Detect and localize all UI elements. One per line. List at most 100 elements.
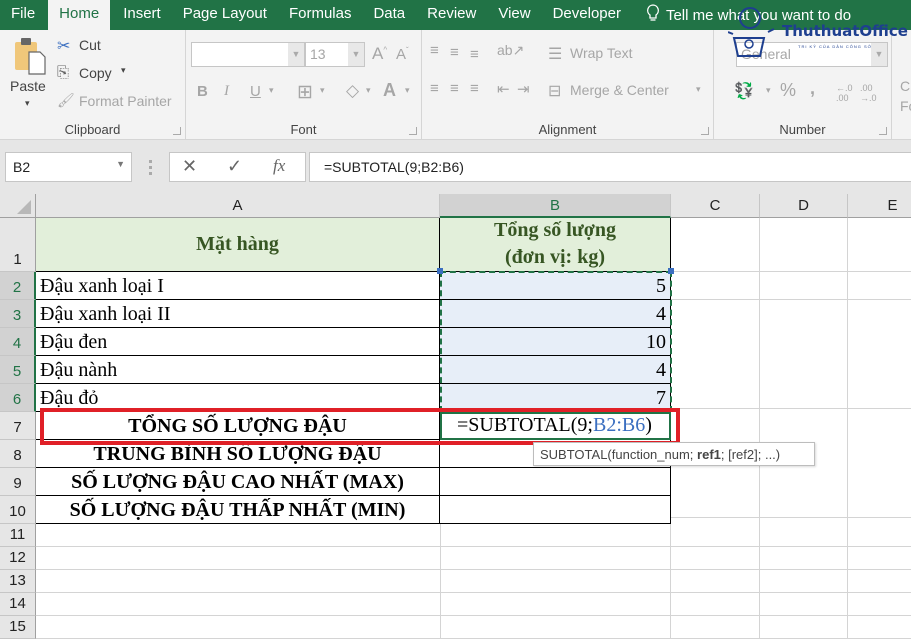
cell-a2[interactable]: Đậu xanh loại I <box>36 272 440 300</box>
cell-b3[interactable]: 4 <box>440 300 671 328</box>
format-painter-button[interactable]: 🖌 Format Painter <box>57 92 182 112</box>
chevron-down-icon[interactable]: ▼ <box>871 43 887 66</box>
merge-dropdown-icon[interactable]: ▾ <box>696 84 701 95</box>
tab-file[interactable]: File <box>0 0 46 30</box>
align-middle-icon[interactable]: ≡ <box>450 44 459 61</box>
row-header-3[interactable]: 3 <box>0 300 36 328</box>
cell-a3[interactable]: Đậu xanh loại II <box>36 300 440 328</box>
wrap-text-button[interactable]: ☰ Wrap Text <box>548 44 678 66</box>
cell-a6[interactable]: Đậu đỏ <box>36 384 440 412</box>
underline-icon[interactable]: U <box>250 83 261 100</box>
cell-a7[interactable]: TỔNG SỐ LƯỢNG ĐẬU <box>36 412 440 440</box>
tab-home[interactable]: Home <box>48 0 111 30</box>
format-as-table-partial[interactable]: Fo <box>900 98 911 114</box>
font-color-dropdown-icon[interactable]: ▾ <box>405 85 410 96</box>
cut-button[interactable]: ✂ Cut <box>57 36 167 56</box>
tab-view[interactable]: View <box>487 0 541 30</box>
row-header-13[interactable]: 13 <box>0 570 36 593</box>
align-center-icon[interactable]: ≡ <box>450 80 459 97</box>
row-header-7[interactable]: 7 <box>0 412 36 440</box>
formula-input[interactable]: =SUBTOTAL(9;B2:B6) <box>309 152 911 182</box>
copy-dropdown-icon[interactable]: ▾ <box>121 65 126 76</box>
row-header-4[interactable]: 4 <box>0 328 36 356</box>
cancel-icon[interactable]: ✕ <box>182 156 197 177</box>
align-left-icon[interactable]: ≡ <box>430 80 439 97</box>
comma-style-icon[interactable]: , <box>810 78 815 99</box>
italic-icon[interactable]: I <box>224 83 229 100</box>
currency-dropdown-icon[interactable]: ▾ <box>766 85 771 96</box>
chevron-down-icon[interactable]: ▼ <box>288 43 304 66</box>
chevron-down-icon[interactable]: ▼ <box>348 43 364 66</box>
borders-icon[interactable]: ⊞ <box>297 81 313 104</box>
cell-a4[interactable]: Đậu đen <box>36 328 440 356</box>
cell-a5[interactable]: Đậu nành <box>36 356 440 384</box>
copy-button[interactable]: ⎘ Copy ▾ <box>57 64 167 84</box>
cell-a1[interactable]: Mặt hàng <box>36 218 440 272</box>
row-header-2[interactable]: 2 <box>0 272 36 300</box>
tab-review[interactable]: Review <box>416 0 487 30</box>
row-header-9[interactable]: 9 <box>0 468 36 496</box>
tab-formulas[interactable]: Formulas <box>278 0 363 30</box>
font-size-combo[interactable]: 13 ▼ <box>305 42 365 67</box>
paste-button[interactable]: Paste ▾ <box>8 36 50 116</box>
row-header-12[interactable]: 12 <box>0 547 36 570</box>
chevron-down-icon[interactable]: ▼ <box>116 159 125 169</box>
borders-dropdown-icon[interactable]: ▾ <box>320 85 325 96</box>
font-launcher-icon[interactable] <box>409 127 417 135</box>
number-format-combo[interactable]: General ▼ <box>736 42 888 67</box>
row-header-10[interactable]: 10 <box>0 496 36 524</box>
align-bottom-icon[interactable]: ≡ <box>470 46 479 63</box>
cell-b1[interactable]: Tổng số lượng (đơn vị: kg) <box>440 218 671 272</box>
cell-a8[interactable]: TRUNG BÌNH SỐ LƯỢNG ĐẬU <box>36 440 440 468</box>
orientation-icon[interactable]: ab↗ <box>497 42 524 59</box>
formula-bar-grip[interactable] <box>149 160 152 175</box>
bold-icon[interactable]: B <box>197 83 208 100</box>
paste-dropdown-icon[interactable]: ▾ <box>25 98 30 109</box>
tell-me-search[interactable]: Tell me what you want to do <box>646 4 851 26</box>
alignment-launcher-icon[interactable] <box>701 127 709 135</box>
column-header-b[interactable]: B <box>440 194 671 218</box>
range-handle-top-left[interactable] <box>437 268 443 274</box>
row-header-14[interactable]: 14 <box>0 593 36 616</box>
column-header-c[interactable]: C <box>671 194 760 218</box>
fill-color-icon[interactable]: ◇ <box>346 81 359 101</box>
row-header-15[interactable]: 15 <box>0 616 36 639</box>
tab-page-layout[interactable]: Page Layout <box>172 0 278 30</box>
cell-a9[interactable]: SỐ LƯỢNG ĐẬU CAO NHẤT (MAX) <box>36 468 440 496</box>
conditional-formatting-partial[interactable]: C <box>900 78 910 94</box>
row-header-1[interactable]: 1 <box>0 218 36 272</box>
function-tooltip[interactable]: SUBTOTAL(function_num; ref1; [ref2]; ...… <box>533 442 815 466</box>
tab-developer[interactable]: Developer <box>542 0 632 30</box>
cell-b9[interactable] <box>440 468 671 496</box>
decrease-font-icon[interactable]: Aˇ <box>396 46 409 63</box>
row-header-8[interactable]: 8 <box>0 440 36 468</box>
percent-icon[interactable]: % <box>780 80 796 101</box>
cell-b6[interactable]: 7 <box>440 384 671 412</box>
column-header-a[interactable]: A <box>36 194 440 218</box>
increase-indent-icon[interactable]: ⇥ <box>517 80 530 98</box>
cell-b7-editing[interactable]: =SUBTOTAL(9; B2:B6) <box>440 412 671 440</box>
cell-b4[interactable]: 10 <box>440 328 671 356</box>
range-handle-top-right[interactable] <box>668 268 674 274</box>
clipboard-launcher-icon[interactable] <box>173 127 181 135</box>
row-header-6[interactable]: 6 <box>0 384 36 412</box>
tab-data[interactable]: Data <box>362 0 416 30</box>
cell-b10[interactable] <box>440 496 671 524</box>
number-launcher-icon[interactable] <box>879 127 887 135</box>
font-name-combo[interactable]: ▼ <box>191 42 305 67</box>
name-box[interactable]: B2 ▼ <box>5 152 132 182</box>
currency-icon[interactable]: 💱 <box>734 81 754 101</box>
increase-decimal-icon[interactable]: ←.0.00 <box>836 83 853 103</box>
increase-font-icon[interactable]: A^ <box>372 44 387 64</box>
cell-b2[interactable]: 5 <box>440 272 671 300</box>
merge-center-button[interactable]: ⊟ Merge & Center ▾ <box>548 81 713 103</box>
underline-dropdown-icon[interactable]: ▾ <box>269 85 274 96</box>
decrease-indent-icon[interactable]: ⇤ <box>497 80 510 98</box>
decrease-decimal-icon[interactable]: .00 →.0 <box>860 83 877 103</box>
row-header-11[interactable]: 11 <box>0 524 36 547</box>
insert-function-icon[interactable]: fx <box>273 156 285 176</box>
cell-a10[interactable]: SỐ LƯỢNG ĐẬU THẤP NHẤT (MIN) <box>36 496 440 524</box>
align-right-icon[interactable]: ≡ <box>470 80 479 97</box>
font-color-icon[interactable]: A <box>383 80 396 101</box>
enter-check-icon[interactable]: ✓ <box>227 156 242 177</box>
